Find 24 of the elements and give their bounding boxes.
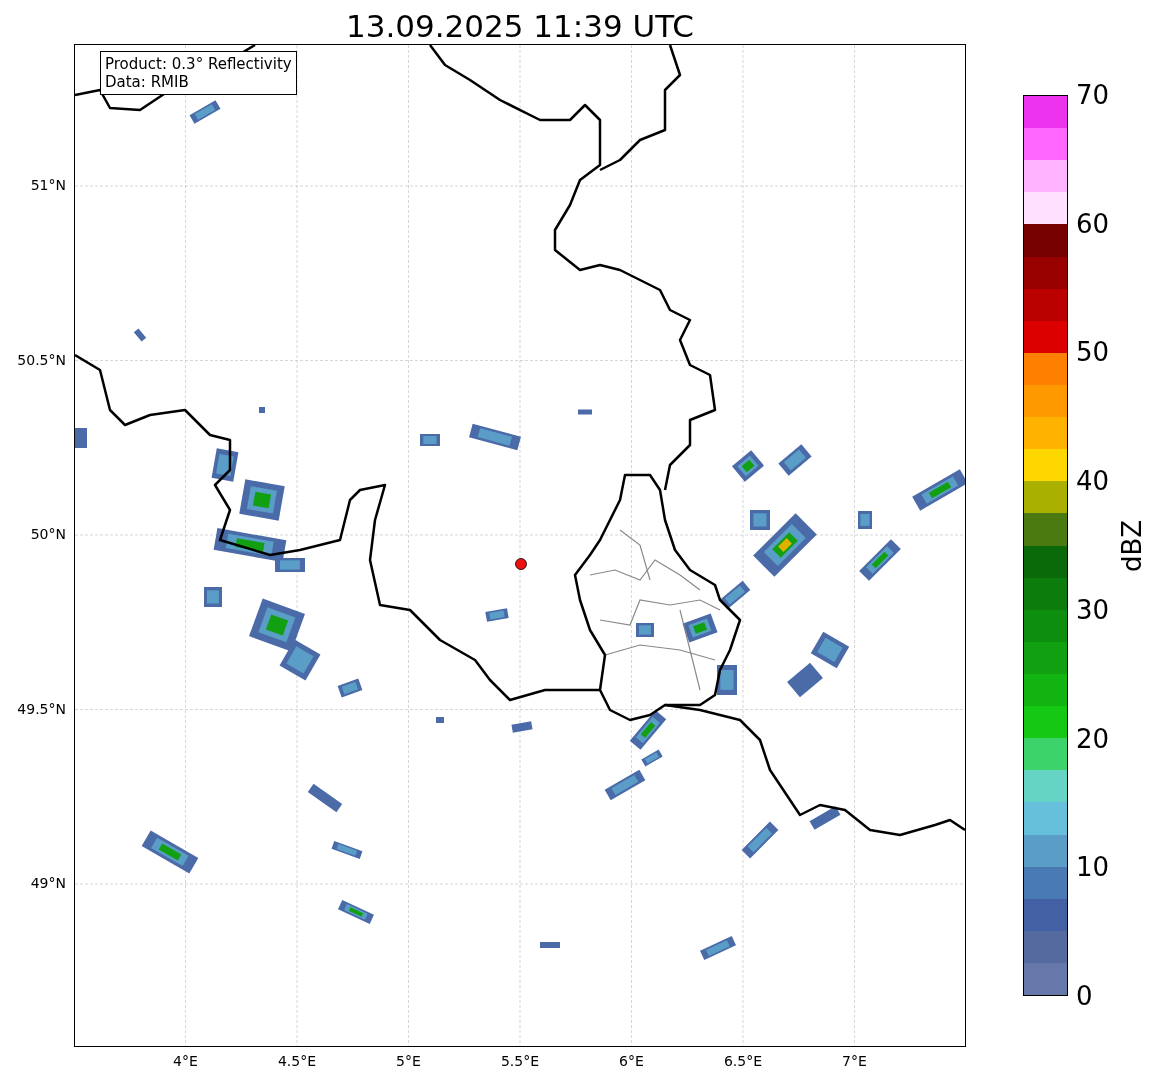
- longitude-label: 4°E: [172, 1053, 199, 1069]
- chart-title: 13.09.2025 11:39 UTC: [345, 7, 695, 45]
- colorbar-tick-label: 40: [1076, 465, 1110, 498]
- colorbar-tick-label: 60: [1076, 207, 1110, 240]
- longitude-label: 4.5°E: [276, 1053, 318, 1069]
- info-text: Data: RMIB: [105, 73, 190, 91]
- latitude-label: 49.5°N: [17, 700, 66, 717]
- latitude-label: 51°N: [30, 177, 66, 193]
- longitude-label: 6°E: [618, 1053, 645, 1069]
- longitude-label: 5.5°E: [499, 1053, 541, 1069]
- longitude-label: 7°E: [841, 1053, 868, 1069]
- colorbar-tick-label: 70: [1076, 79, 1110, 111]
- colorbar-label: dBZ: [1116, 518, 1148, 574]
- latitude-label: 49°N: [30, 875, 66, 891]
- longitude-label: 5°E: [395, 1053, 422, 1069]
- colorbar-tick-label: 0: [1076, 980, 1093, 1012]
- latitude-label: 50°N: [30, 526, 66, 542]
- latitude-label: 50.5°N: [17, 351, 66, 368]
- info-text: Product: 0.3° Reflectivity: [105, 55, 292, 73]
- colorbar-tick-label: 50: [1076, 336, 1110, 369]
- colorbar-tick-label: 10: [1076, 851, 1110, 884]
- colorbar-tick-label: 20: [1076, 722, 1110, 755]
- colorbar-tick-label: 30: [1076, 593, 1110, 626]
- longitude-label: 6.5°E: [722, 1053, 764, 1069]
